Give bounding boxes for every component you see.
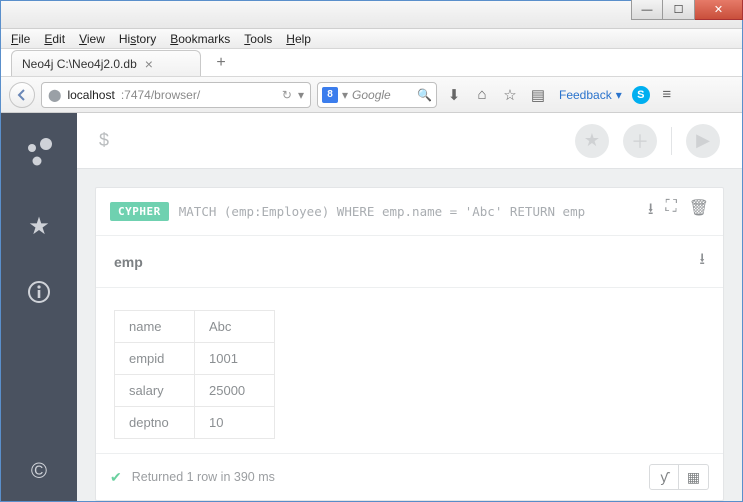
fullscreen-icon[interactable]: ⛶ <box>665 198 676 225</box>
prop-val: Abc <box>195 311 275 343</box>
view-mode-toggle: ƴ ▦ <box>649 464 709 490</box>
reload-icon[interactable]: ↻ <box>282 88 292 102</box>
menu-bookmarks[interactable]: Bookmarks <box>164 30 236 48</box>
bookmark-star-icon[interactable]: ☆ <box>499 86 521 104</box>
address-bar[interactable]: ⬤ localhost :7474/browser/ ↻ ▾ <box>41 82 311 108</box>
tab-strip: Neo4j C:\Neo4j2.0.db × + <box>1 49 742 77</box>
back-arrow-icon <box>16 89 28 101</box>
result-header-actions: ⭳ ⛶ 🗑 <box>648 198 709 225</box>
neo4j-sidebar: ★ © <box>1 113 77 501</box>
view-graph-button[interactable]: ƴ <box>649 464 679 490</box>
window-close-button[interactable]: ✕ <box>695 0 743 20</box>
sidebar-favorites[interactable]: ★ <box>1 193 77 259</box>
downloads-icon[interactable]: ⬇ <box>443 86 465 104</box>
result-subheader: emp ⭳ <box>96 236 723 288</box>
result-card: CYPHER MATCH (emp:Employee) WHERE emp.na… <box>95 187 724 501</box>
search-box[interactable]: 8 ▾ Google 🔍 <box>317 82 437 108</box>
globe-icon: ⬤ <box>48 88 61 102</box>
success-check-icon: ✔ <box>110 469 122 486</box>
sub-actions: ⭳ <box>699 248 705 275</box>
menu-file[interactable]: File <box>5 30 36 48</box>
table-row: empid1001 <box>115 343 275 375</box>
table-row: salary25000 <box>115 375 275 407</box>
window-titlebar: — ☐ ✕ <box>1 1 742 29</box>
prop-val: 25000 <box>195 375 275 407</box>
prop-key: deptno <box>115 407 195 439</box>
search-dropdown-icon[interactable]: ▾ <box>342 88 348 102</box>
search-go-icon[interactable]: 🔍 <box>417 88 432 102</box>
tab-close-icon[interactable]: × <box>145 57 153 71</box>
editor-favorite-button[interactable]: ★ <box>575 124 609 158</box>
prop-key: name <box>115 311 195 343</box>
table-row: nameAbc <box>115 311 275 343</box>
result-heading: emp <box>114 254 143 270</box>
result-body: nameAbc empid1001 salary25000 deptno10 <box>96 288 723 453</box>
menu-tools[interactable]: Tools <box>238 30 278 48</box>
editor-actions: ★ ＋ ▶ <box>575 124 720 158</box>
cypher-badge: CYPHER <box>110 202 169 221</box>
window-minimize-button[interactable]: — <box>631 0 663 20</box>
result-footer: ✔ Returned 1 row in 390 ms ƴ ▦ <box>96 453 723 500</box>
sidebar-about[interactable]: © <box>31 441 47 501</box>
window-maximize-button[interactable]: ☐ <box>663 0 695 20</box>
divider <box>671 127 672 155</box>
new-tab-button[interactable]: + <box>209 53 233 73</box>
prop-val: 1001 <box>195 343 275 375</box>
properties-table: nameAbc empid1001 salary25000 deptno10 <box>114 310 275 439</box>
reader-icon[interactable]: ▤ <box>527 86 549 104</box>
menu-help[interactable]: Help <box>280 30 317 48</box>
feedback-button[interactable]: Feedback ▾ <box>555 88 626 102</box>
editor-run-button[interactable]: ▶ <box>686 124 720 158</box>
neo4j-logo-icon[interactable] <box>21 113 57 193</box>
menu-history[interactable]: History <box>113 30 162 48</box>
url-path: :7474/browser/ <box>121 88 200 102</box>
prop-val: 10 <box>195 407 275 439</box>
home-icon[interactable]: ⌂ <box>471 86 493 103</box>
google-icon: 8 <box>322 87 338 103</box>
menu-view[interactable]: View <box>73 30 111 48</box>
url-toolbar: ⬤ localhost :7474/browser/ ↻ ▾ 8 ▾ Google… <box>1 77 742 113</box>
trash-icon[interactable]: 🗑 <box>689 198 709 225</box>
search-placeholder: Google <box>352 88 391 102</box>
export-icon[interactable]: ⭳ <box>648 198 654 225</box>
editor-prompt: $ <box>99 130 109 151</box>
editor-add-button[interactable]: ＋ <box>623 124 657 158</box>
menu-edit[interactable]: Edit <box>38 30 71 48</box>
window-buttons: — ☐ ✕ <box>631 0 743 20</box>
tab-title: Neo4j C:\Neo4j2.0.db <box>22 57 137 71</box>
main-panel: $ ★ ＋ ▶ CYPHER MATCH (emp:Employee) WHER… <box>77 113 742 501</box>
query-text: MATCH (emp:Employee) WHERE emp.name = 'A… <box>179 204 585 219</box>
back-button[interactable] <box>9 82 35 108</box>
url-dropdown-icon[interactable]: ▾ <box>298 88 304 102</box>
content-area: ★ © $ ★ ＋ ▶ CYPHER MATCH (emp:Employee) … <box>1 113 742 501</box>
url-host: localhost <box>67 88 114 102</box>
view-table-button[interactable]: ▦ <box>679 464 709 490</box>
prop-key: empid <box>115 343 195 375</box>
browser-tab[interactable]: Neo4j C:\Neo4j2.0.db × <box>11 50 201 76</box>
sidebar-info[interactable] <box>1 259 77 325</box>
prop-key: salary <box>115 375 195 407</box>
feedback-label: Feedback <box>559 88 612 102</box>
table-row: deptno10 <box>115 407 275 439</box>
hamburger-menu-icon[interactable]: ≡ <box>656 86 678 103</box>
download-icon[interactable]: ⭳ <box>699 248 705 275</box>
menubar: File Edit View History Bookmarks Tools H… <box>1 29 742 49</box>
result-header: CYPHER MATCH (emp:Employee) WHERE emp.na… <box>96 188 723 236</box>
feedback-dropdown-icon: ▾ <box>616 88 622 102</box>
status-text: Returned 1 row in 390 ms <box>132 470 275 484</box>
query-editor-row: $ ★ ＋ ▶ <box>77 113 742 169</box>
skype-icon[interactable]: S <box>632 86 650 104</box>
